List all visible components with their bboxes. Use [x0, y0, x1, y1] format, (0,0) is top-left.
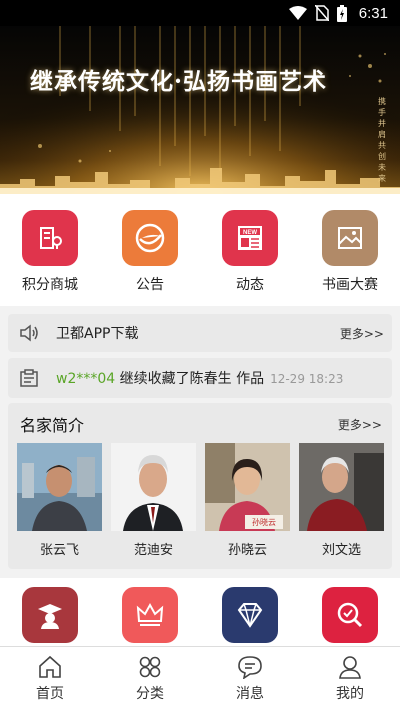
activity-bar[interactable]: w2***04 继续收藏了陈春生 作品 12-29 18:23 [8, 358, 392, 398]
tab-label: 消息 [236, 686, 264, 702]
artists-more-link[interactable]: 更多>> [338, 416, 382, 433]
banner[interactable]: 继承传统文化·弘扬书画艺术 携手并肩共创未来 [0, 26, 400, 194]
battery-icon [336, 4, 347, 22]
activity-user: w2***04 [56, 371, 116, 387]
menu-item-painting-contest[interactable]: 书画大赛 [300, 194, 400, 306]
wifi-icon [288, 6, 307, 20]
diamond-icon [222, 587, 278, 643]
menu-item-appraisal[interactable] [300, 578, 400, 646]
artists-section-title: 名家简介 [20, 416, 85, 435]
artist-card[interactable]: 范迪安 [111, 443, 196, 558]
message-icon [238, 656, 262, 679]
status-bar: 6:31 [0, 0, 400, 26]
menu-item-graduate[interactable] [0, 578, 100, 646]
painting-contest-icon [322, 210, 378, 266]
no-sim-icon [314, 5, 329, 21]
tab-profile[interactable]: 我的 [300, 647, 400, 711]
tab-home[interactable]: 首页 [0, 647, 100, 711]
menu-grid-secondary [0, 578, 400, 646]
menu-item-vip[interactable] [100, 578, 200, 646]
profile-icon [339, 656, 361, 679]
activity-time: 12-29 18:23 [270, 372, 344, 386]
activity-text: w2***04 继续收藏了陈春生 作品 12-29 18:23 [56, 368, 384, 388]
home-icon [39, 655, 61, 678]
menu-label: 公告 [136, 277, 164, 293]
clipboard-icon [16, 367, 42, 389]
artist-photo [111, 443, 196, 531]
menu-item-news[interactable]: NEW 动态 [200, 194, 300, 306]
menu-label: 积分商城 [22, 277, 78, 293]
activity-message: 继续收藏了陈春生 作品 [119, 371, 265, 387]
svg-text:孙晓云: 孙晓云 [252, 517, 276, 527]
banner-title: 继承传统文化·弘扬书画艺术 [30, 68, 328, 95]
menu-item-points-mall[interactable]: 积分商城 [0, 194, 100, 306]
artist-name: 孙晓云 [227, 543, 267, 558]
announcement-icon [122, 210, 178, 266]
app-download-bar[interactable]: 卫都APP下载 更多>> [8, 314, 392, 352]
svg-text:NEW: NEW [243, 230, 257, 236]
artist-card[interactable]: 孙晓云 孙晓云 [205, 443, 290, 558]
artist-name: 张云飞 [39, 543, 79, 558]
artists-section: 名家简介 更多>> 张云飞 范迪安 孙晓云 孙晓云 刘文选 [8, 403, 392, 569]
artist-name: 范迪安 [133, 543, 173, 558]
menu-label: 动态 [236, 277, 264, 293]
tab-label: 我的 [336, 686, 364, 702]
app-download-text: 卫都APP下载 [56, 326, 139, 342]
app-download-more-link[interactable]: 更多>> [340, 325, 384, 342]
menu-grid: 积分商城 公告 NEW 动态 书画大赛 [0, 194, 400, 306]
city-skyline [0, 168, 400, 194]
menu-item-announcement[interactable]: 公告 [100, 194, 200, 306]
crown-icon [122, 587, 178, 643]
artist-photo: 孙晓云 [205, 443, 290, 531]
artist-card[interactable]: 张云飞 [17, 443, 102, 558]
artist-card[interactable]: 刘文选 [299, 443, 384, 558]
search-check-icon [322, 587, 378, 643]
bottom-tab-bar: 首页 分类 消息 我的 [0, 646, 400, 711]
graduate-icon [22, 587, 78, 643]
menu-item-treasure[interactable] [200, 578, 300, 646]
tab-category[interactable]: 分类 [100, 647, 200, 711]
menu-label: 书画大赛 [322, 277, 378, 293]
artist-name: 刘文选 [321, 543, 361, 558]
category-icon [139, 656, 161, 678]
tab-label: 首页 [36, 686, 64, 702]
speaker-icon [16, 322, 42, 344]
artist-photo [299, 443, 384, 531]
points-mall-icon [22, 210, 78, 266]
tab-label: 分类 [136, 686, 164, 702]
status-time: 6:31 [358, 4, 388, 22]
tab-messages[interactable]: 消息 [200, 647, 300, 711]
artist-photo [17, 443, 102, 531]
news-icon: NEW [222, 210, 278, 266]
